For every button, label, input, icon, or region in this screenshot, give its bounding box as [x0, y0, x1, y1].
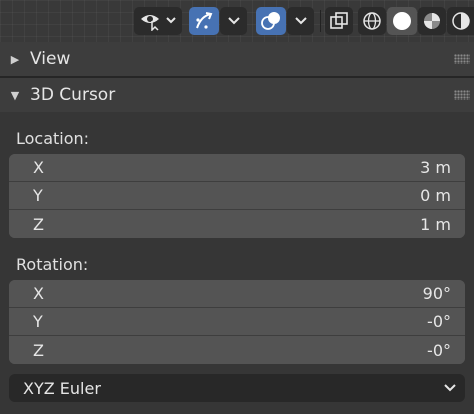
eye-pointer-icon: [141, 15, 176, 31]
gizmo-toggle-button[interactable]: [189, 7, 219, 35]
cursor-panel-title: 3D Cursor: [30, 85, 116, 105]
rotation-label: Rotation:: [16, 255, 89, 274]
shading-wireframe-button[interactable]: [358, 7, 386, 35]
shading-solid-button[interactable]: [387, 7, 417, 35]
field-value: -0°: [427, 340, 451, 360]
overlays-toggle-button[interactable]: [256, 7, 286, 35]
field-value: 1 m: [420, 214, 451, 234]
view-panel-title: View: [30, 49, 71, 69]
axis-label: Z: [33, 340, 44, 360]
chevron-down-icon: [444, 384, 456, 392]
axis-label: X: [33, 284, 44, 303]
cursor-panel-header[interactable]: ▼ 3D Cursor: [0, 78, 474, 112]
axis-label: Y: [33, 186, 43, 205]
expanded-triangle-icon: ▼: [10, 88, 20, 102]
chevron-down-icon: [227, 17, 240, 25]
rotation-y-field[interactable]: Y -0°: [9, 308, 465, 336]
drag-grip-icon[interactable]: [454, 54, 470, 64]
drag-grip-icon[interactable]: [454, 90, 470, 100]
location-label: Location:: [16, 129, 90, 148]
shading-rendered-button[interactable]: [447, 7, 474, 35]
rotation-mode-value: XYZ Euler: [23, 378, 101, 398]
wireframe-sphere-icon: [363, 12, 381, 30]
shading-material-button[interactable]: [418, 7, 446, 35]
overlays-dropdown-button[interactable]: [287, 7, 314, 35]
location-fields: X 3 m Y 0 m Z 1 m: [9, 154, 465, 238]
xray-icon: [330, 12, 348, 29]
location-z-field[interactable]: Z 1 m: [9, 210, 465, 238]
rendered-sphere-icon: [451, 12, 470, 30]
rotation-mode-dropdown[interactable]: XYZ Euler: [9, 374, 465, 402]
material-sphere-icon: [424, 13, 440, 29]
field-value: 3 m: [420, 158, 451, 177]
rotation-z-field[interactable]: Z -0°: [9, 336, 465, 364]
field-value: 0 m: [420, 186, 451, 205]
xray-toggle-button[interactable]: [325, 7, 353, 35]
view-panel-header[interactable]: ▶ View: [0, 42, 474, 76]
field-value: 90°: [422, 284, 451, 303]
gizmo-dropdown-button[interactable]: [220, 7, 247, 35]
axis-label: Z: [33, 214, 44, 234]
axis-label: Y: [33, 312, 43, 331]
visibility-selectability-button[interactable]: [134, 7, 182, 35]
field-value: -0°: [427, 312, 451, 331]
location-x-field[interactable]: X 3 m: [9, 154, 465, 182]
location-y-field[interactable]: Y 0 m: [9, 182, 465, 210]
rotation-fields: X 90° Y -0° Z -0°: [9, 280, 465, 364]
viewport-header: [0, 0, 474, 42]
sidebar-panel: ▶ View ▼ 3D Cursor Location: X 3 m Y 0 m…: [0, 0, 474, 414]
collapsed-triangle-icon: ▶: [10, 52, 20, 66]
chevron-down-icon: [294, 17, 307, 25]
gizmo-icon: [196, 12, 213, 29]
overlays-icon: [261, 12, 280, 30]
rotation-x-field[interactable]: X 90°: [9, 280, 465, 308]
solid-sphere-icon: [393, 12, 411, 30]
axis-label: X: [33, 158, 44, 177]
toolbar-separator: [320, 10, 321, 32]
